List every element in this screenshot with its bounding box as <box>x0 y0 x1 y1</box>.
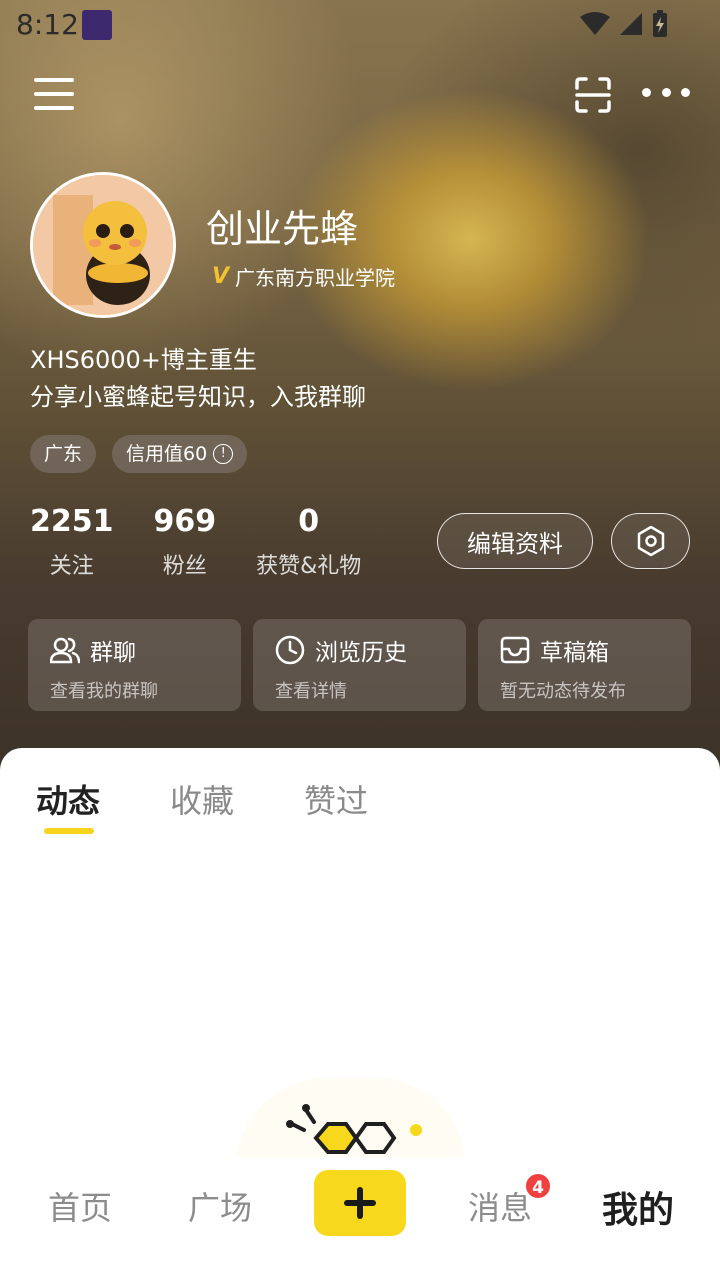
card-browse-history[interactable]: 浏览历史 查看详情 <box>253 619 466 711</box>
card-title: 草稿箱 <box>540 640 609 666</box>
card-title-row: 草稿箱 <box>500 633 691 667</box>
card-subtitle: 查看我的群聊 <box>50 681 158 702</box>
wifi-icon <box>580 12 610 35</box>
credit-tag[interactable]: 信用值60 ! <box>112 435 248 473</box>
nav-messages[interactable]: 消息 <box>468 1183 532 1229</box>
stat-following[interactable]: 2251 关注 <box>30 504 114 580</box>
stats: 2251 关注 969 粉丝 0 获赞&礼物 <box>30 504 401 580</box>
scan-button[interactable] <box>574 76 612 114</box>
info-icon: ! <box>213 444 234 464</box>
card-subtitle: 暂无动态待发布 <box>500 681 626 702</box>
bee-hexagon-icon <box>286 1104 422 1154</box>
tab-label: 动态 <box>36 782 101 820</box>
active-tab-indicator <box>44 828 94 834</box>
menu-icon-line <box>34 92 74 96</box>
nickname: 创业先蜂 <box>206 207 359 251</box>
status-bar: 8:12 <box>0 0 720 50</box>
bio: XHS6000+博主重生 分享小蜜蜂起号知识，入我群聊 <box>30 342 366 416</box>
notification-app-icon <box>82 10 112 40</box>
stat-value: 2251 <box>30 504 114 539</box>
scan-icon <box>575 77 611 113</box>
status-time: 8:12 <box>16 8 79 41</box>
more-icon-dot <box>661 88 671 97</box>
stat-label: 获赞&礼物 <box>256 554 362 579</box>
location-tag: 广东 <box>30 435 97 473</box>
card-title-row: 群聊 <box>50 633 241 667</box>
stat-followers[interactable]: 969 粉丝 <box>154 504 217 580</box>
bottom-navigation: 首页 广场 消息 4 我的 <box>0 1157 720 1280</box>
settings-button[interactable] <box>611 513 690 569</box>
edit-profile-button[interactable]: 编辑资料 <box>437 513 593 569</box>
card-drafts[interactable]: 草稿箱 暂无动态待发布 <box>478 619 691 711</box>
plus-icon <box>344 1187 376 1219</box>
signal-icon <box>620 13 642 35</box>
card-group-chat[interactable]: 群聊 查看我的群聊 <box>28 619 241 711</box>
nav-me[interactable]: 我的 <box>602 1181 674 1233</box>
stat-label: 粉丝 <box>162 554 207 579</box>
verified-v-icon: V <box>212 264 230 289</box>
tab-liked[interactable]: 赞过 <box>304 776 368 822</box>
inbox-icon <box>500 636 530 664</box>
more-icon-dot <box>681 88 690 97</box>
tab-label: 收藏 <box>170 782 235 820</box>
school-verification: V 广东南方职业学院 <box>212 262 395 291</box>
bio-line: 分享小蜜蜂起号知识，入我群聊 <box>30 383 366 411</box>
profile-tags: 广东 信用值60 ! <box>30 435 248 473</box>
more-icon-dot <box>642 88 651 97</box>
clock-icon <box>275 635 305 665</box>
school-name: 广东南方职业学院 <box>235 266 396 290</box>
nav-home[interactable]: 首页 <box>48 1183 112 1229</box>
status-icons <box>580 10 668 38</box>
stat-value: 0 <box>298 504 320 539</box>
tab-label: 赞过 <box>304 782 369 820</box>
card-subtitle: 查看详情 <box>275 681 347 702</box>
menu-icon-line <box>34 78 74 82</box>
stat-likes[interactable]: 0 获赞&礼物 <box>256 504 361 580</box>
quick-cards: 群聊 查看我的群聊 浏览历史 查看详情 草稿箱 暂无动态待发布 <box>28 619 691 711</box>
bee-avatar-image <box>33 175 173 315</box>
settings-hexagon-icon <box>637 525 664 557</box>
stat-value: 969 <box>153 504 217 539</box>
tab-posts[interactable]: 动态 <box>36 776 101 834</box>
battery-icon <box>653 10 667 37</box>
card-title: 群聊 <box>90 640 136 666</box>
card-title: 浏览历史 <box>315 640 407 666</box>
menu-button[interactable] <box>34 78 74 112</box>
bio-line: XHS6000+博主重生 <box>30 346 257 374</box>
content-tabs: 动态 收藏 赞过 <box>36 776 368 834</box>
tab-favorites[interactable]: 收藏 <box>170 776 234 822</box>
more-button[interactable] <box>642 88 690 102</box>
menu-icon-line <box>34 106 74 110</box>
message-badge: 4 <box>524 1172 552 1200</box>
location-tag-label: 广东 <box>44 443 83 465</box>
stat-label: 关注 <box>49 554 94 579</box>
group-icon <box>50 637 80 664</box>
create-post-button[interactable] <box>314 1170 406 1236</box>
credit-tag-label: 信用值60 <box>126 443 208 465</box>
nav-square[interactable]: 广场 <box>188 1183 252 1229</box>
avatar[interactable] <box>30 172 176 318</box>
empty-state-illustration <box>236 1078 466 1168</box>
card-title-row: 浏览历史 <box>275 633 466 667</box>
